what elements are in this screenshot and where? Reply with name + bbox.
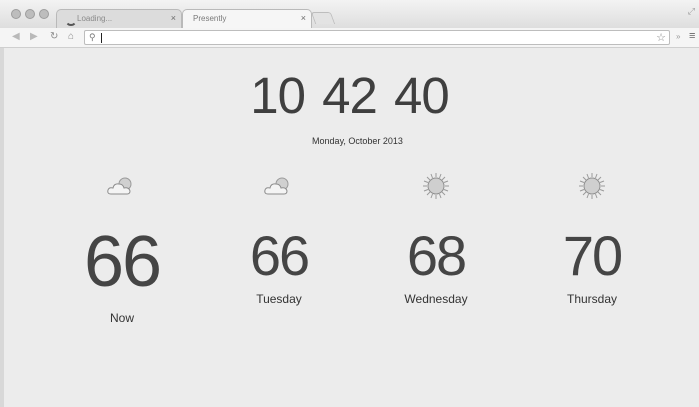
home-icon[interactable]: ⌂ [68, 31, 74, 43]
minimize-window-button[interactable] [25, 9, 35, 19]
browser-toolbar: ◀ ▶ ↻ ⌂ ⚲ ☆ » ≡ [0, 28, 699, 48]
weather-thursday: 70 Thursday [522, 170, 662, 320]
reload-icon[interactable]: ↻ [50, 31, 58, 43]
clock-seconds: 40 [394, 67, 450, 124]
sun-icon [579, 173, 605, 199]
sun-icon [423, 173, 449, 199]
tab-title: Presently [193, 14, 227, 23]
extensions-overflow-icon[interactable]: » [676, 32, 680, 41]
title-bar: Loading... × Presently × ⤢ [0, 0, 699, 28]
address-input[interactable] [101, 31, 641, 44]
temperature-thursday: 70 [562, 224, 623, 287]
day-label-now: Now [109, 311, 134, 325]
date-label: Monday, October 2013 [312, 136, 403, 146]
day-label-wednesday: Wednesday [404, 292, 468, 306]
new-tab-button[interactable] [310, 12, 336, 24]
tab-loading[interactable]: Loading... × [56, 9, 182, 28]
day-label-tuesday: Tuesday [256, 292, 302, 306]
forward-arrow-icon[interactable]: ▶ [30, 31, 38, 43]
weather-now: 66 Now [52, 170, 192, 330]
clock-minutes: 42 [322, 67, 378, 124]
temperature-wednesday: 68 [406, 224, 467, 287]
weather-tuesday: 66 Tuesday [209, 170, 349, 320]
temperature-tuesday: 66 [249, 224, 310, 287]
tab-close-icon[interactable]: × [171, 13, 176, 23]
tab-presently[interactable]: Presently × [182, 9, 312, 28]
bookmark-star-icon[interactable]: ☆ [656, 31, 666, 44]
search-icon: ⚲ [89, 32, 96, 42]
tab-title: Loading... [77, 14, 113, 23]
fullscreen-icon[interactable]: ⤢ [688, 6, 695, 17]
menu-icon[interactable]: ≡ [689, 30, 695, 42]
back-arrow-icon[interactable]: ◀ [12, 31, 20, 43]
clock-hours: 10 [250, 67, 306, 124]
partly-cloudy-icon [264, 177, 289, 195]
clock-display: 10 42 40 [0, 66, 699, 126]
loading-spinner-icon [65, 14, 77, 26]
close-window-button[interactable] [11, 9, 21, 19]
text-caret [101, 33, 102, 43]
weather-wednesday: 68 Wednesday [366, 170, 506, 320]
maximize-window-button[interactable] [39, 9, 49, 19]
address-bar[interactable]: ⚲ ☆ [84, 30, 670, 45]
temperature-now: 66 [83, 222, 162, 302]
day-label-thursday: Thursday [566, 292, 618, 306]
partly-cloudy-icon [107, 177, 132, 195]
tab-close-icon[interactable]: × [301, 13, 306, 23]
